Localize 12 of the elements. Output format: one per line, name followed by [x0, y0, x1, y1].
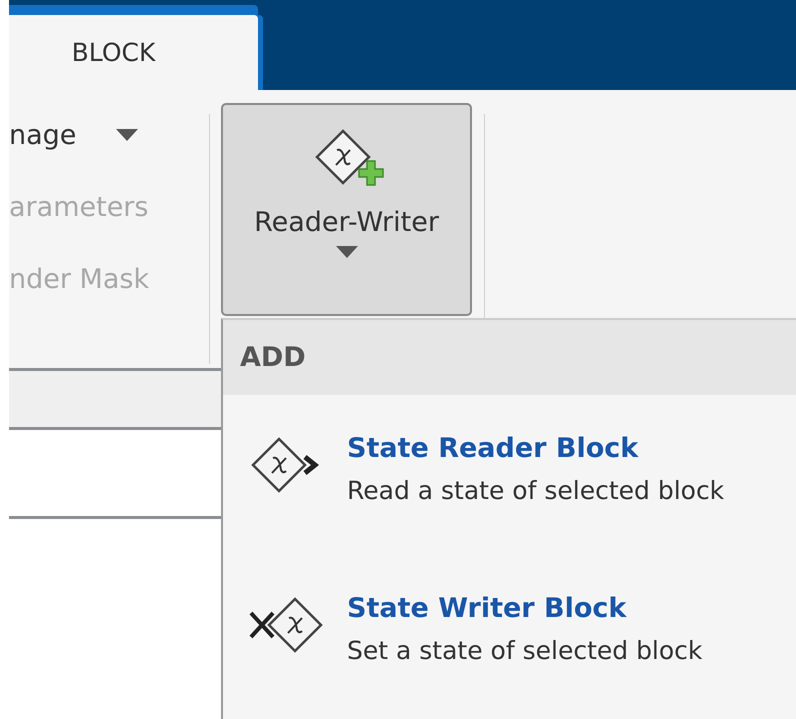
caret-icon: [116, 129, 138, 141]
item-title: State Reader Block: [347, 433, 640, 464]
item-description: Set a state of selected block: [347, 636, 702, 665]
caret-icon: [336, 246, 358, 258]
menu-item[interactable]: State Writer Block Set a state of selected block: [223, 555, 796, 715]
menu-item[interactable]: State Reader Block Read a state of selected block: [223, 395, 796, 555]
ribbon-tab[interactable]: BLOCK: [9, 15, 258, 90]
item-description: Read a state of selected block: [347, 476, 724, 505]
item-title: State Writer Block: [347, 593, 628, 624]
section-title: ADD: [240, 342, 306, 373]
dropdown-button[interactable]: nage: [9, 114, 209, 156]
reader-writer-button[interactable]: Reader-Writer: [221, 103, 472, 316]
